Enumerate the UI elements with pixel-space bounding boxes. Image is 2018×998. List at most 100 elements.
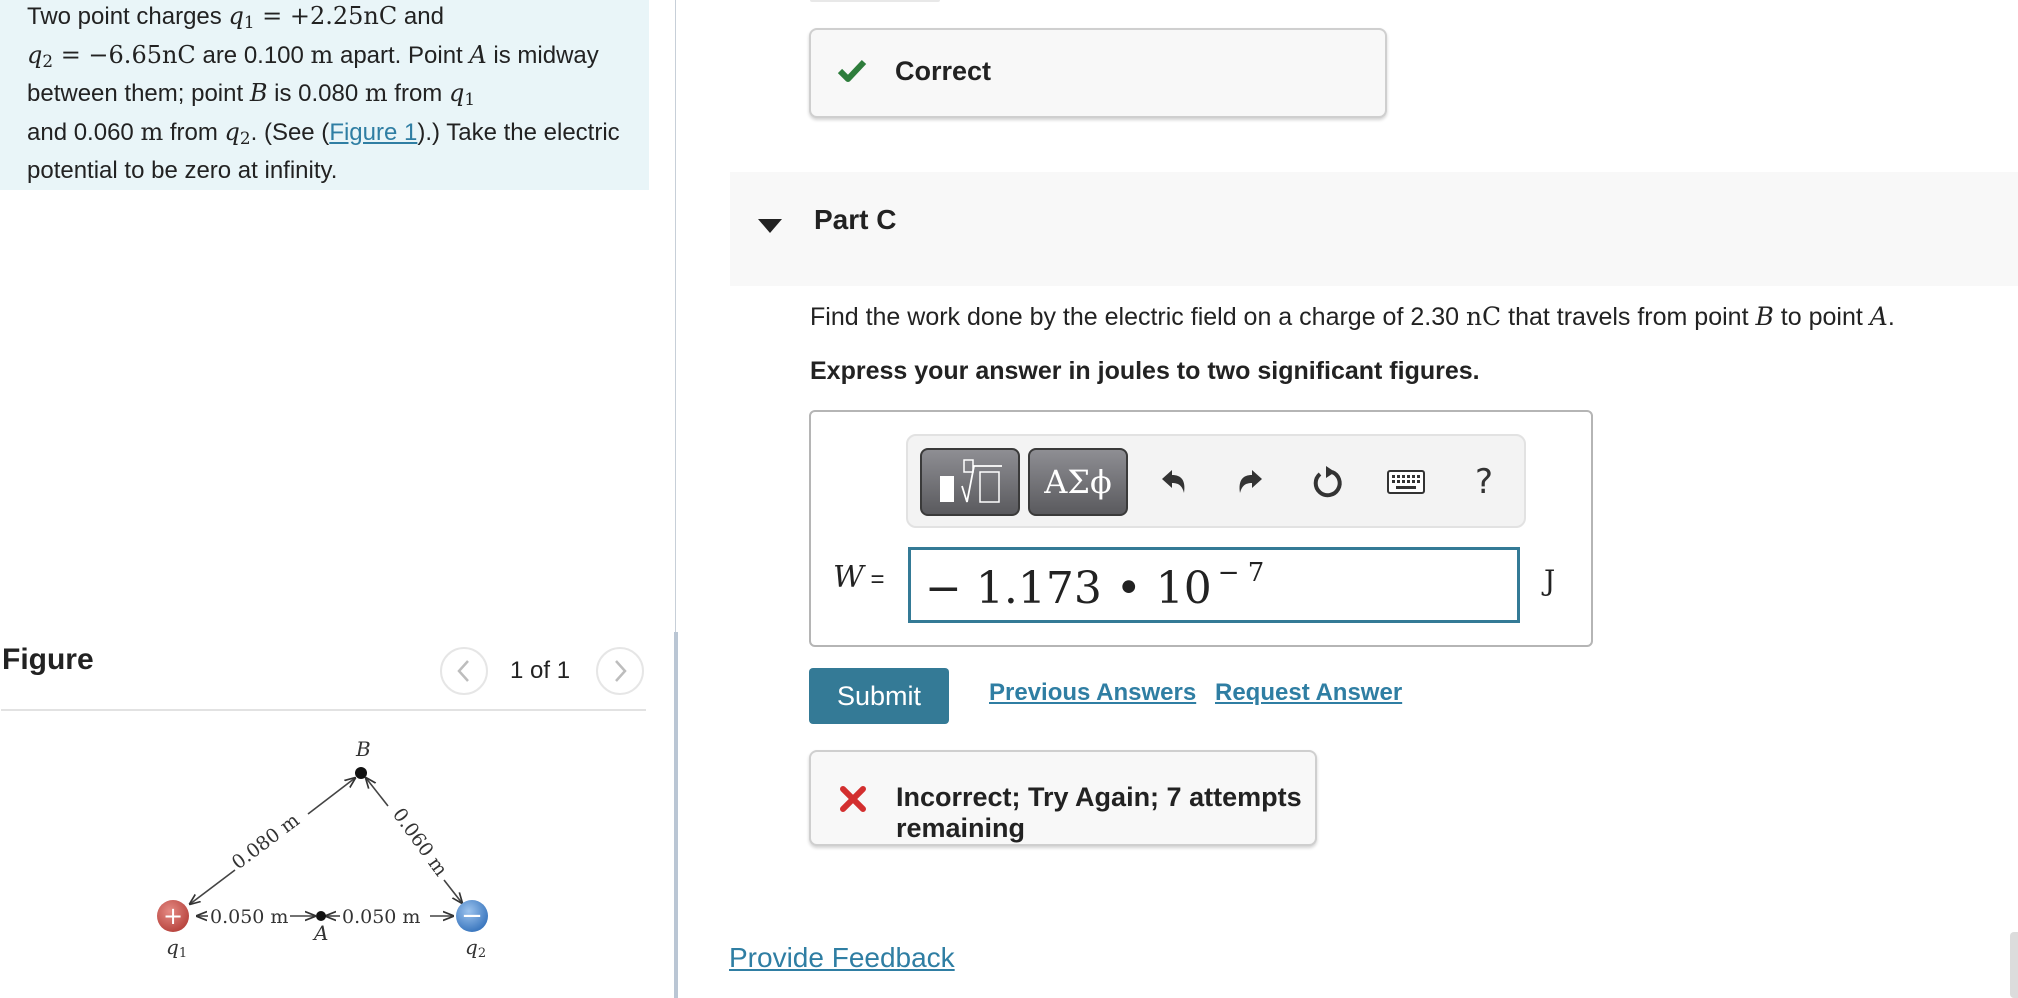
point-b-symbol: B — [249, 79, 268, 108]
reset-button[interactable] — [1306, 460, 1350, 504]
line-q1-b-upper — [307, 778, 355, 815]
variable-symbol: W — [833, 560, 864, 595]
redo-button[interactable] — [1228, 460, 1272, 504]
chevron-left-icon — [457, 660, 469, 682]
line-q2-b-upper — [366, 778, 389, 807]
reset-icon — [1313, 466, 1342, 498]
point-a-symbol: A — [469, 40, 487, 69]
problem-text-part: is 0.080 — [267, 80, 365, 108]
part-c-title: Part C — [814, 204, 897, 235]
unit-label: J — [1544, 564, 1556, 597]
q2-subscript: 2 — [42, 50, 54, 71]
figure-next-button[interactable] — [596, 647, 644, 695]
x-icon — [840, 786, 866, 812]
point-b-dot — [355, 767, 367, 779]
answer-input[interactable]: − 1.173 • 10− 7 — [908, 547, 1520, 623]
line-q2-b-lower — [443, 879, 462, 903]
left-pane: Two point charges q1 = +2.25nC and q2 = … — [0, 0, 660, 998]
variable-label: W = — [833, 560, 885, 595]
figure-1-link[interactable]: Figure 1 — [329, 119, 417, 146]
label-dist-q1-a: 0.050 m — [210, 906, 288, 928]
check-icon — [837, 59, 867, 82]
undo-button[interactable] — [1152, 460, 1196, 504]
provide-feedback-link[interactable]: Provide Feedback — [729, 942, 955, 974]
plus-sign: + — [163, 902, 183, 930]
unit-nc: nC — [1465, 302, 1502, 331]
templates-icon — [940, 459, 1002, 503]
part-c-instruction: Express your answer in joules to two sig… — [810, 357, 1480, 385]
figure-diagram: + − B A q1 q2 0.080 m 0.060 m 0.050 m 0.… — [157, 737, 488, 960]
figure-prev-button[interactable] — [440, 647, 488, 695]
point-a-symbol: A — [1869, 302, 1888, 331]
part-b-feedback-correct: Correct — [809, 28, 1387, 118]
q1-symbol: q — [448, 79, 465, 108]
scrollbar[interactable] — [2010, 932, 2018, 998]
unit-m: m — [140, 118, 164, 147]
problem-text-part: . (See ( — [250, 119, 330, 147]
label-b: B — [355, 737, 371, 761]
redo-icon — [1239, 470, 1262, 493]
greek-symbols-button[interactable]: ΑΣϕ — [1028, 448, 1128, 516]
label-q2: q2 — [465, 935, 486, 960]
answer-area: ΑΣϕ ? W = − 1.173 • 10− 7 J — [809, 410, 1593, 647]
point-a-dot — [316, 911, 326, 921]
point-b-symbol: B — [1755, 302, 1774, 331]
submit-button[interactable]: Submit — [809, 668, 949, 724]
right-pane: Correct Part C Find the work done by the… — [680, 0, 2018, 998]
unit-m: m — [364, 79, 388, 108]
problem-statement: Two point charges q1 = +2.25nC and q2 = … — [0, 0, 649, 190]
figure-title: Figure — [2, 643, 94, 676]
keyboard-icon — [1387, 470, 1425, 494]
q1-subscript: 1 — [464, 89, 476, 110]
q2-value: = −6.65nC — [53, 40, 196, 69]
question-text-part: . — [1887, 303, 1895, 331]
label-q1: q1 — [166, 935, 187, 960]
unit-m: m — [310, 40, 334, 69]
q1-symbol: q — [228, 2, 244, 30]
q1-value: = +2.25nC — [254, 2, 398, 30]
q1-subscript: 1 — [243, 12, 255, 33]
part-c-question: Find the work done by the electric field… — [810, 302, 1895, 332]
label-dist-a-q2: 0.050 m — [342, 906, 420, 928]
q2-symbol: q — [224, 118, 240, 147]
answer-mantissa: − 1.173 • 10 — [925, 563, 1212, 614]
problem-text-part: and — [397, 3, 444, 30]
chevron-right-icon — [615, 660, 627, 682]
figure-pager: 1 of 1 — [510, 657, 571, 684]
templates-button[interactable] — [920, 448, 1020, 516]
answer-exponent: − 7 — [1217, 558, 1265, 588]
question-text-part: that travels from point — [1501, 303, 1756, 331]
help-button[interactable]: ? — [1462, 460, 1506, 504]
feedback-text: Correct — [895, 56, 992, 86]
undo-icon — [1162, 470, 1185, 493]
problem-text-part: Two point charges — [27, 3, 229, 30]
minus-sign: − — [461, 901, 483, 931]
pane-divider — [675, 0, 676, 632]
part-c-header[interactable]: Part C — [730, 172, 2018, 286]
equals-sign: = — [863, 566, 885, 593]
problem-text-part: and 0.060 — [27, 119, 141, 147]
math-toolbar: ΑΣϕ ? — [906, 434, 1526, 528]
previous-section-edge — [810, 0, 940, 2]
label-a: A — [312, 921, 328, 945]
problem-text-part: are 0.100 — [195, 41, 311, 69]
question-text-part: to point — [1773, 303, 1870, 331]
label-dist-q1-b: 0.080 m — [228, 809, 304, 874]
keyboard-button[interactable] — [1384, 460, 1428, 504]
caret-down-icon[interactable] — [758, 219, 782, 233]
problem-text-part: from — [163, 119, 225, 147]
figure-header: Figure 1 of 1 — [0, 640, 648, 710]
figure-divider — [1, 709, 646, 711]
pane-resize-handle[interactable] — [674, 632, 678, 998]
request-answer-link[interactable]: Request Answer — [1215, 679, 1402, 707]
part-c-feedback-incorrect: Incorrect; Try Again; 7 attempts remaini… — [809, 750, 1317, 846]
previous-answers-link[interactable]: Previous Answers — [989, 679, 1196, 707]
problem-text-part: from — [387, 80, 449, 108]
q2-symbol: q — [27, 40, 43, 69]
answer-value: − 1.173 • 10− 7 — [925, 558, 1264, 614]
q2-subscript: 2 — [239, 128, 251, 149]
feedback-text: Incorrect; Try Again; 7 attempts remaini… — [896, 782, 1302, 843]
label-dist-q2-b: 0.060 m — [388, 804, 452, 880]
line-q1-b — [190, 869, 236, 904]
problem-text-part: apart. Point — [333, 41, 470, 69]
